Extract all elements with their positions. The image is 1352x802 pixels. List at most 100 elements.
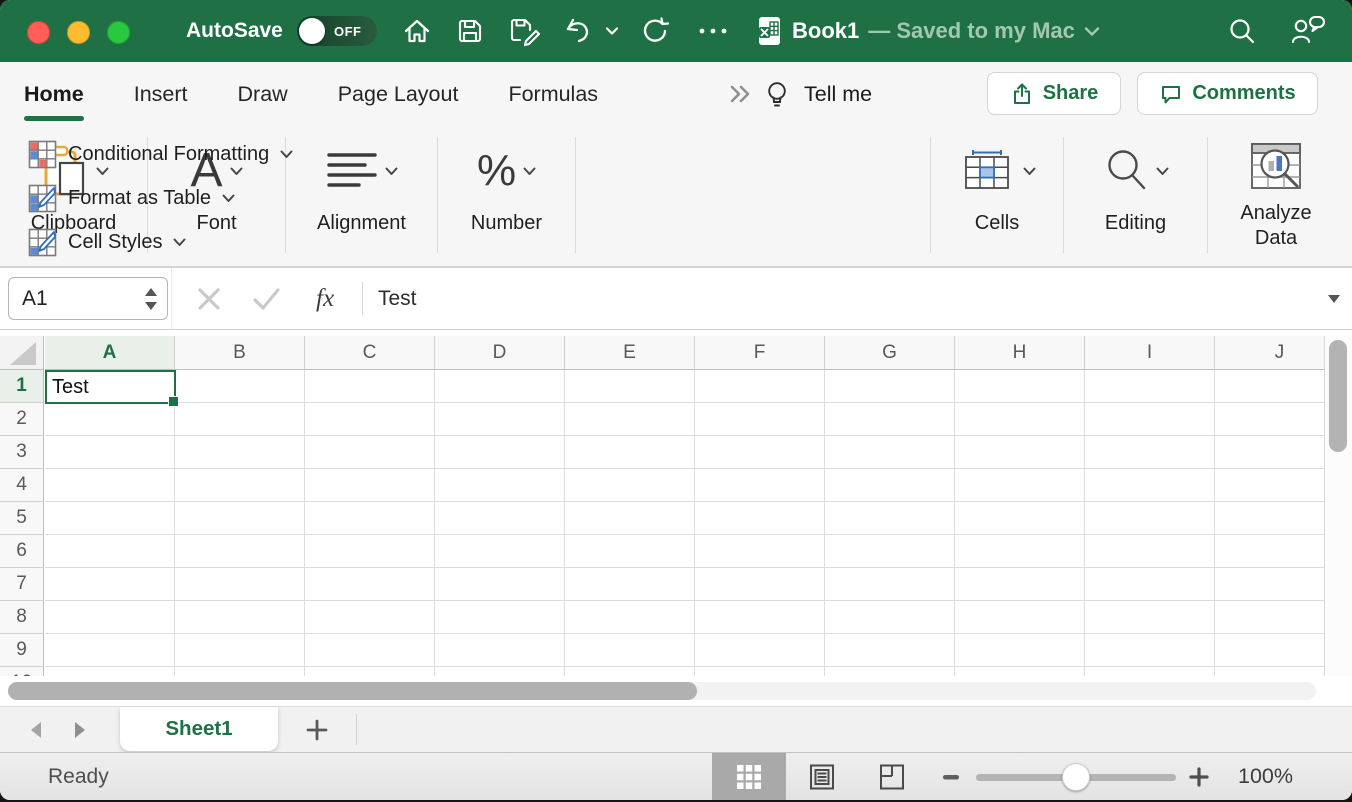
cancel-x-icon[interactable] — [196, 286, 222, 312]
fullscreen-window-button[interactable] — [107, 21, 130, 44]
previous-sheet-arrow-icon[interactable] — [28, 720, 44, 740]
percent-icon: % — [477, 149, 516, 193]
share-people-icon[interactable] — [1288, 0, 1328, 62]
page-break-preview-button[interactable] — [866, 753, 918, 800]
formula-input[interactable]: Test — [378, 268, 417, 329]
column-header-A[interactable]: A — [45, 336, 175, 370]
chevron-down-icon[interactable] — [385, 167, 398, 176]
column-header-E[interactable]: E — [565, 336, 695, 370]
ribbon-tabs: Home Insert Draw Page Layout Formulas — [24, 62, 598, 127]
analyze-data-label: Analyze Data — [1234, 201, 1318, 251]
fill-handle[interactable] — [168, 396, 179, 407]
column-header-C[interactable]: C — [305, 336, 435, 370]
more-tabs-chevrons-icon[interactable] — [729, 84, 753, 104]
excel-document-icon — [756, 15, 783, 47]
formula-bar-divider — [171, 268, 172, 329]
enter-check-icon[interactable] — [252, 286, 282, 312]
zoom-in-plus-icon[interactable] — [1182, 753, 1216, 800]
editing-group-label: Editing — [1064, 212, 1207, 235]
alignment-icon — [326, 150, 378, 192]
search-icon[interactable] — [1224, 0, 1260, 62]
insert-function-button[interactable]: fx — [316, 268, 334, 329]
home-icon[interactable] — [398, 0, 436, 62]
chevron-down-icon — [222, 194, 235, 203]
expand-formula-bar-icon[interactable] — [1326, 293, 1342, 305]
row-headers: 12345678910 — [0, 370, 44, 676]
close-window-button[interactable] — [27, 21, 50, 44]
horizontal-scrollbar-thumb[interactable] — [8, 682, 697, 700]
zoom-slider-thumb[interactable] — [1062, 763, 1090, 791]
row-header-7[interactable]: 7 — [0, 568, 44, 601]
tab-insert[interactable]: Insert — [134, 62, 188, 127]
autosave-toggle[interactable]: OFF — [297, 16, 377, 46]
cell-styles-button[interactable]: Cell Styles — [28, 226, 186, 258]
ribbon-tab-row: Home Insert Draw Page Layout Formulas Te… — [0, 62, 1352, 127]
tab-page-layout[interactable]: Page Layout — [338, 62, 459, 127]
chevron-down-icon — [173, 238, 186, 247]
row-header-10[interactable]: 10 — [0, 667, 44, 676]
row-header-9[interactable]: 9 — [0, 634, 44, 667]
row-header-6[interactable]: 6 — [0, 535, 44, 568]
column-header-I[interactable]: I — [1085, 336, 1215, 370]
normal-view-button[interactable] — [712, 753, 786, 800]
minimize-window-button[interactable] — [67, 21, 90, 44]
chevron-down-icon[interactable] — [1023, 167, 1036, 176]
undo-icon[interactable] — [560, 0, 594, 62]
selected-cell-A1[interactable]: Test — [45, 370, 176, 404]
worksheet-area[interactable]: ABCDEFGHIJ 12345678910 Test — [0, 330, 1352, 706]
column-header-J[interactable]: J — [1215, 336, 1324, 370]
row-header-8[interactable]: 8 — [0, 601, 44, 634]
undo-dropdown-chevron-icon[interactable] — [603, 0, 621, 62]
row-header-2[interactable]: 2 — [0, 403, 44, 436]
vertical-scrollbar[interactable] — [1324, 336, 1352, 676]
save-as-icon[interactable] — [505, 0, 545, 62]
status-text: Ready — [48, 753, 109, 800]
row-header-5[interactable]: 5 — [0, 502, 44, 535]
toggle-knob — [299, 18, 325, 44]
analyze-data-button[interactable]: Analyze Data — [1208, 135, 1344, 251]
normal-view-grid-icon — [736, 764, 762, 790]
cells-group-button[interactable]: Cells — [931, 135, 1063, 235]
horizontal-scrollbar[interactable] — [0, 676, 1324, 706]
editing-group-button[interactable]: Editing — [1064, 135, 1207, 235]
row-header-3[interactable]: 3 — [0, 436, 44, 469]
alignment-group-button[interactable]: Alignment — [286, 135, 437, 235]
conditional-formatting-button[interactable]: Conditional Formatting — [28, 138, 293, 170]
chevron-down-icon[interactable] — [1156, 167, 1169, 176]
document-status-chevron-icon[interactable] — [1084, 26, 1100, 37]
sheet-tab-sheet1[interactable]: Sheet1 — [120, 707, 278, 751]
tab-home[interactable]: Home — [24, 62, 84, 127]
comments-button[interactable]: Comments — [1137, 72, 1318, 115]
tell-me-button[interactable]: Tell me — [764, 62, 872, 127]
tab-formulas[interactable]: Formulas — [508, 62, 598, 127]
name-box-value: A1 — [22, 287, 144, 311]
page-break-preview-icon — [878, 763, 906, 791]
column-header-B[interactable]: B — [175, 336, 305, 370]
zoom-out-minus-icon[interactable] — [934, 753, 968, 800]
analyze-data-icon — [1247, 140, 1305, 194]
column-header-D[interactable]: D — [435, 336, 565, 370]
sheet-tab-divider — [356, 714, 357, 745]
redo-icon[interactable] — [638, 0, 674, 62]
ribbon-home: Clipboard A Font Alignment % — [0, 127, 1352, 267]
next-sheet-arrow-icon[interactable] — [72, 720, 88, 740]
name-box-stepper[interactable] — [144, 286, 158, 312]
number-group-button[interactable]: % Number — [438, 135, 575, 235]
more-commands-icon[interactable] — [694, 0, 732, 62]
chevron-down-icon[interactable] — [523, 167, 536, 176]
column-header-G[interactable]: G — [825, 336, 955, 370]
status-bar: Ready — [0, 752, 1352, 800]
add-sheet-plus-icon[interactable] — [306, 719, 328, 741]
cell-grid[interactable] — [45, 370, 1324, 676]
save-icon[interactable] — [452, 0, 488, 62]
vertical-scrollbar-thumb[interactable] — [1329, 340, 1347, 452]
format-as-table-button[interactable]: Format as Table — [28, 182, 235, 214]
tab-draw[interactable]: Draw — [238, 62, 288, 127]
column-header-H[interactable]: H — [955, 336, 1085, 370]
page-layout-view-button[interactable] — [796, 753, 848, 800]
row-header-4[interactable]: 4 — [0, 469, 44, 502]
share-button[interactable]: Share — [987, 72, 1121, 115]
column-header-F[interactable]: F — [695, 336, 825, 370]
name-box[interactable]: A1 — [8, 277, 168, 320]
row-header-1[interactable]: 1 — [0, 370, 44, 403]
